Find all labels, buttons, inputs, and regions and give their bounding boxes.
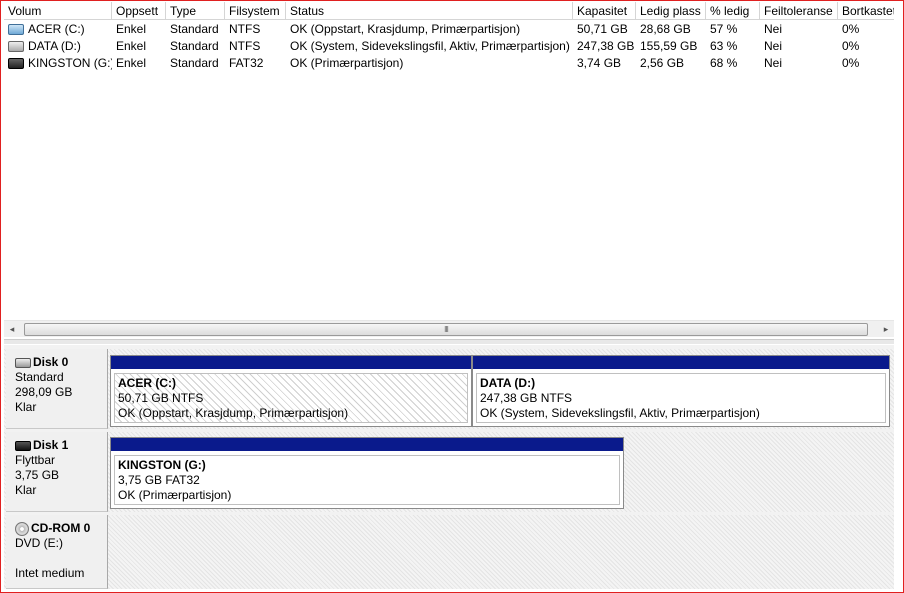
volume-layout: Enkel [116, 39, 147, 53]
volume-capacity: 3,74 GB [577, 56, 622, 70]
partition-status: OK (Oppstart, Krasjdump, Primærpartisjon… [118, 406, 349, 420]
volume-overhead: 0% [842, 39, 860, 53]
partition-size-fs: 50,71 GB NTFS [118, 391, 204, 405]
scroll-right-arrow-icon[interactable]: ▸ [878, 321, 894, 337]
volume-percent-free: 57 % [710, 22, 738, 36]
disk-label-disk0[interactable]: Disk 0 Standard 298,09 GB Klar [6, 349, 108, 429]
volume-type: Standard [170, 22, 219, 36]
drive-gray-icon [8, 41, 24, 53]
volume-type: Standard [170, 39, 219, 53]
volume-filesystem: NTFS [229, 39, 261, 53]
volume-name: KINGSTON (G:) [28, 56, 112, 70]
column-header-kapasitet[interactable]: Kapasitet [573, 2, 636, 20]
column-header-filsystem[interactable]: Filsystem [225, 2, 286, 20]
volume-free-space: 28,68 GB [640, 22, 691, 36]
disk-name: CD-ROM 0 [31, 521, 91, 535]
disk-size: 3,75 GB [15, 468, 60, 482]
disk-map: Disk 0 Standard 298,09 GB Klar ACER (C:)… [4, 345, 894, 589]
volume-free-space: 2,56 GB [640, 56, 685, 70]
volume-filesystem: FAT32 [229, 56, 264, 70]
disk-label-disk1[interactable]: Disk 1 Flyttbar 3,75 GB Klar [6, 432, 108, 512]
disk-kind: Standard [15, 370, 64, 384]
removable-disk-icon [15, 440, 31, 451]
volume-name: ACER (C:) [28, 22, 85, 36]
column-header-prosent-ledig[interactable]: % ledig [706, 2, 760, 20]
volume-free-space: 155,59 GB [640, 39, 698, 53]
disk-name: Disk 0 [33, 355, 69, 369]
column-header-status[interactable]: Status [286, 2, 573, 20]
volume-percent-free: 63 % [710, 39, 738, 53]
volume-fault-tolerance: Nei [764, 22, 783, 36]
volume-layout: Enkel [116, 22, 147, 36]
cd-rom-icon [15, 521, 29, 536]
partition-size-fs: 247,38 GB NTFS [480, 391, 573, 405]
partition-bar [111, 438, 623, 451]
disk-name: Disk 1 [33, 438, 69, 452]
partition-size-fs: 3,75 GB FAT32 [118, 473, 200, 487]
disk-size: 298,09 GB [15, 385, 73, 399]
partition-name: DATA (D:) [480, 376, 536, 390]
volume-status: OK (Oppstart, Krasjdump, Primærpartisjon… [290, 22, 521, 36]
disk-label-cdrom0[interactable]: CD-ROM 0 DVD (E:) Intet medium [6, 515, 108, 589]
volume-overhead: 0% [842, 22, 860, 36]
scrollbar-grip: III [444, 325, 449, 334]
disk-kind: DVD (E:) [15, 536, 63, 550]
volume-fault-tolerance: Nei [764, 39, 783, 53]
volume-list: Volum Oppsett Type Filsystem Status Kapa… [4, 2, 894, 319]
pane-splitter[interactable] [4, 339, 894, 344]
scroll-left-arrow-icon[interactable]: ◂ [4, 321, 20, 337]
scrollbar-thumb[interactable]: III [24, 323, 868, 336]
disk-row-disk0: Disk 0 Standard 298,09 GB Klar ACER (C:)… [4, 349, 894, 429]
drive-blue-icon [8, 24, 24, 36]
column-header-bortkastet[interactable]: Bortkastet [838, 2, 894, 20]
volume-capacity: 50,71 GB [577, 22, 628, 36]
column-header-oppsett[interactable]: Oppsett [112, 2, 166, 20]
usb-drive-icon [8, 58, 24, 70]
partition-data-d[interactable]: DATA (D:) 247,38 GB NTFS OK (System, Sid… [472, 355, 890, 427]
partition-name: ACER (C:) [118, 376, 176, 390]
partition-status: OK (System, Sidevekslingsfil, Aktiv, Pri… [480, 406, 760, 420]
partition-bar [473, 356, 889, 369]
partition-name: KINGSTON (G:) [118, 458, 206, 472]
volume-layout: Enkel [116, 56, 147, 70]
disk-row-disk1: Disk 1 Flyttbar 3,75 GB Klar KINGSTON (G… [4, 432, 894, 512]
volume-name: DATA (D:) [28, 39, 81, 53]
volume-capacity: 247,38 GB [577, 39, 635, 53]
disk-size [15, 551, 107, 566]
column-header-ledig-plass[interactable]: Ledig plass [636, 2, 706, 20]
disk-state: Klar [15, 400, 37, 414]
disk-state: Klar [15, 483, 37, 497]
partition-acer-c[interactable]: ACER (C:) 50,71 GB NTFS OK (Oppstart, Kr… [110, 355, 472, 427]
partition-status: OK (Primærpartisjon) [118, 488, 232, 502]
column-header-feiltoleranse[interactable]: Feiltoleranse [760, 2, 838, 20]
disk-kind: Flyttbar [15, 453, 56, 467]
volume-status: OK (Primærpartisjon) [290, 56, 404, 70]
volume-filesystem: NTFS [229, 22, 261, 36]
partition-kingston-g[interactable]: KINGSTON (G:) 3,75 GB FAT32 OK (Primærpa… [110, 437, 624, 509]
partition-bar [111, 356, 471, 369]
disk-row-cdrom0: CD-ROM 0 DVD (E:) Intet medium [4, 515, 894, 589]
volume-overhead: 0% [842, 56, 860, 70]
volume-status: OK (System, Sidevekslingsfil, Aktiv, Pri… [290, 39, 570, 53]
hard-disk-icon [15, 357, 31, 368]
volume-type: Standard [170, 56, 219, 70]
disk-state: Intet medium [15, 566, 85, 580]
column-header-type[interactable]: Type [166, 2, 225, 20]
column-header-volum[interactable]: Volum [4, 2, 112, 20]
volume-percent-free: 68 % [710, 56, 738, 70]
volume-fault-tolerance: Nei [764, 56, 783, 70]
horizontal-scrollbar[interactable]: ◂ III ▸ [4, 320, 894, 337]
